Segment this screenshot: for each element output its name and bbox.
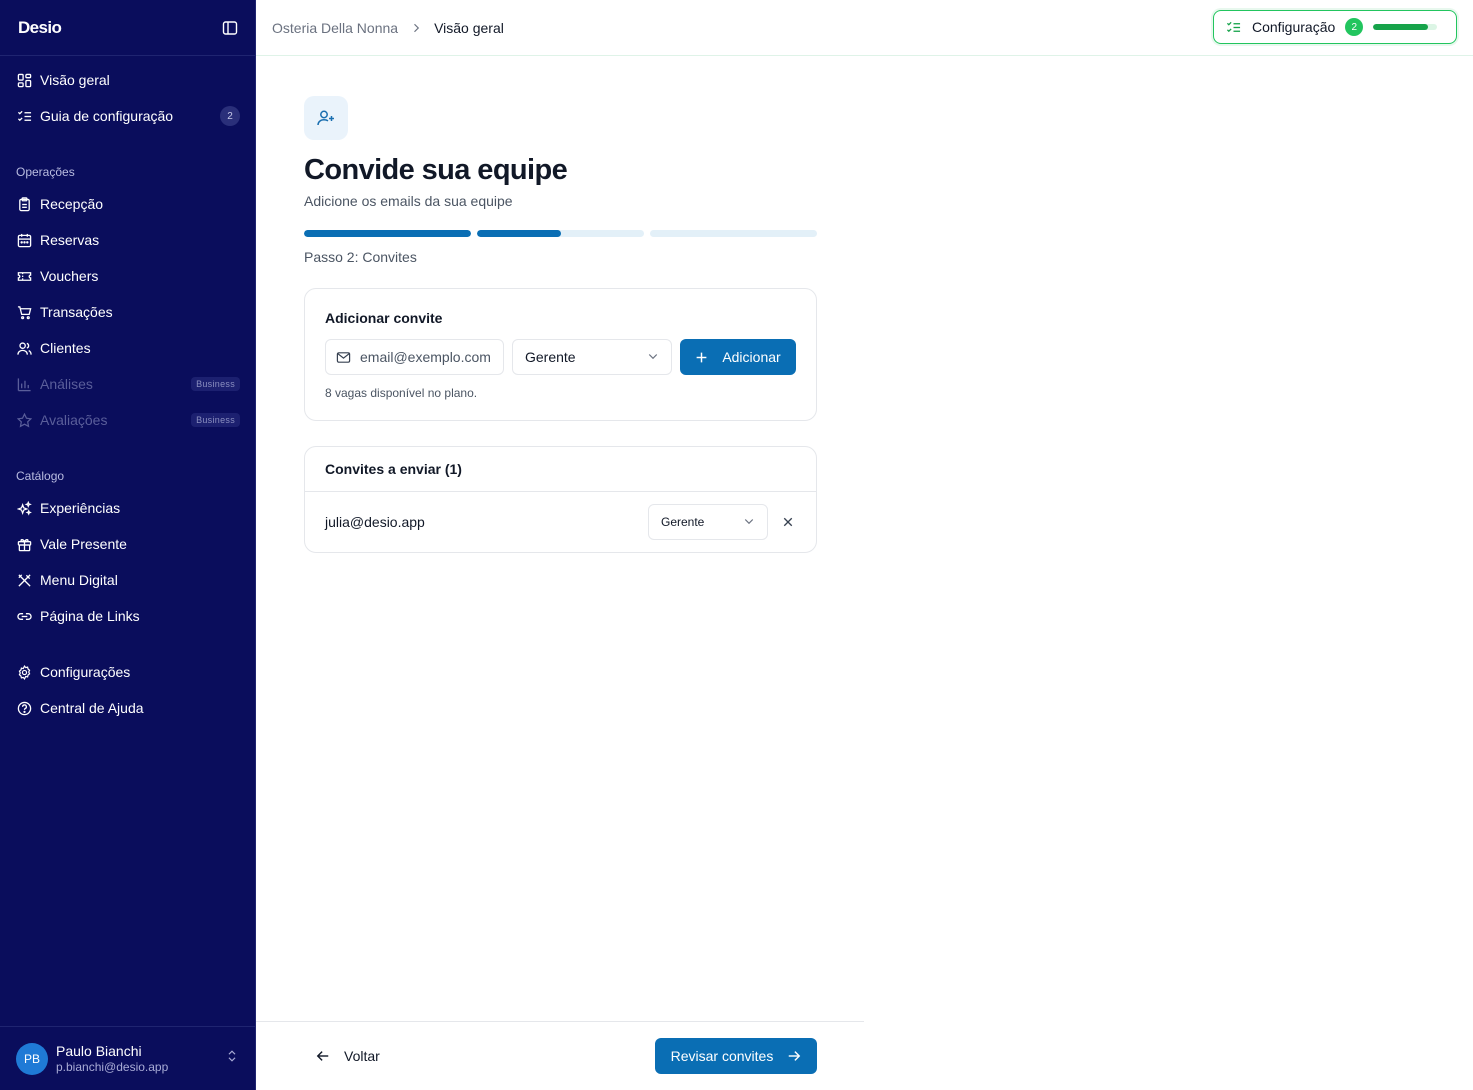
step-bar bbox=[650, 230, 817, 237]
star-icon bbox=[16, 412, 32, 428]
main-content: Convide sua equipe Adicione os emails da… bbox=[304, 96, 817, 553]
sidebar-item-analises[interactable]: Análises Business bbox=[8, 368, 248, 400]
arrow-right-icon bbox=[787, 1049, 801, 1063]
breadcrumb-current: Visão geral bbox=[434, 19, 504, 36]
user-menu[interactable]: PB Paulo Bianchi p.bianchi@desio.app bbox=[0, 1026, 255, 1090]
sidebar-item-reservas[interactable]: Reservas bbox=[8, 224, 248, 256]
email-input[interactable] bbox=[360, 349, 490, 365]
email-field[interactable] bbox=[325, 339, 504, 375]
bar-chart-icon bbox=[16, 376, 32, 392]
role-select-value: Gerente bbox=[525, 349, 576, 365]
help-circle-icon bbox=[16, 700, 32, 716]
section-label-operacoes: Operações bbox=[16, 165, 75, 179]
plan-badge: Business bbox=[191, 377, 240, 391]
role-select[interactable]: Gerente bbox=[512, 339, 672, 375]
sparkles-icon bbox=[16, 500, 32, 516]
step-fill bbox=[304, 230, 471, 237]
list-item: julia@desio.app Gerente bbox=[305, 492, 816, 552]
chevrons-up-down-icon[interactable] bbox=[225, 1049, 239, 1068]
clipboard-icon bbox=[16, 196, 32, 212]
page-title: Convide sua equipe bbox=[304, 154, 568, 186]
user-name: Paulo Bianchi bbox=[56, 1043, 142, 1059]
step-progress bbox=[304, 230, 817, 237]
list-checks-icon bbox=[1226, 19, 1242, 35]
config-progress-button[interactable]: Configuração 2 bbox=[1213, 10, 1457, 44]
user-plus-icon bbox=[304, 96, 348, 140]
config-count-badge: 2 bbox=[1345, 18, 1364, 36]
breadcrumb-item[interactable]: Osteria Della Nonna bbox=[272, 20, 398, 36]
close-icon[interactable] bbox=[780, 514, 796, 530]
page-subtitle: Adicione os emails da sua equipe bbox=[304, 193, 513, 209]
sidebar-item-configuracoes[interactable]: Configurações bbox=[8, 656, 248, 688]
users-icon bbox=[16, 340, 32, 356]
sidebar-item-menu-digital[interactable]: Menu Digital bbox=[8, 564, 248, 596]
add-invite-title: Adicionar convite bbox=[325, 310, 443, 326]
sidebar-item-transacoes[interactable]: Transações bbox=[8, 296, 248, 328]
gear-icon bbox=[16, 664, 32, 680]
sidebar-item-recepcao[interactable]: Recepção bbox=[8, 188, 248, 220]
chevron-right-icon bbox=[410, 22, 422, 34]
footer-divider bbox=[256, 1021, 864, 1022]
link-icon bbox=[16, 608, 32, 624]
sidebar-item-guia-configuracao[interactable]: Guia de configuração 2 bbox=[8, 100, 248, 132]
slots-available-note: 8 vagas disponível no plano. bbox=[325, 386, 478, 400]
config-progress-fill bbox=[1373, 24, 1428, 30]
gift-icon bbox=[16, 536, 32, 552]
list-checks-icon bbox=[16, 108, 32, 124]
cart-icon bbox=[16, 304, 32, 320]
step-fill bbox=[477, 230, 561, 237]
utensils-icon bbox=[16, 572, 32, 588]
add-invite-card: Adicionar convite Gerente Adicionar bbox=[304, 288, 817, 421]
sidebar-toggle-icon[interactable] bbox=[221, 19, 239, 37]
back-button[interactable]: Voltar bbox=[304, 1038, 392, 1074]
avatar: PB bbox=[16, 1042, 48, 1075]
ticket-icon bbox=[16, 268, 32, 284]
sidebar-item-pagina-links[interactable]: Página de Links bbox=[8, 600, 248, 632]
sidebar-item-avaliacoes[interactable]: Avaliações Business bbox=[8, 404, 248, 436]
mail-icon bbox=[336, 349, 352, 365]
add-invite-button[interactable]: Adicionar bbox=[680, 339, 796, 375]
logo: Desio bbox=[18, 17, 62, 37]
section-label-catalogo: Catálogo bbox=[16, 469, 65, 483]
step-bar bbox=[304, 230, 471, 237]
sidebar-header: Desio bbox=[0, 0, 255, 56]
user-email: p.bianchi@desio.app bbox=[56, 1060, 169, 1074]
sidebar-item-vouchers[interactable]: Vouchers bbox=[8, 260, 248, 292]
step-label: Passo 2: Convites bbox=[304, 249, 417, 265]
config-label: Configuração bbox=[1252, 19, 1336, 35]
sidebar-item-visao-geral[interactable]: Visão geral bbox=[8, 64, 248, 96]
setup-count-badge: 2 bbox=[220, 106, 240, 126]
review-invites-button[interactable]: Revisar convites bbox=[655, 1038, 817, 1074]
plus-icon bbox=[695, 351, 708, 364]
sidebar-item-clientes[interactable]: Clientes bbox=[8, 332, 248, 364]
arrow-left-icon bbox=[316, 1049, 330, 1063]
invites-list-card: Convites a enviar (1) julia@desio.app Ge… bbox=[304, 446, 817, 553]
invite-email: julia@desio.app bbox=[325, 514, 425, 530]
chevron-down-icon bbox=[647, 349, 659, 365]
chevron-down-icon bbox=[743, 515, 755, 530]
step-bar bbox=[477, 230, 644, 237]
invite-role-value: Gerente bbox=[661, 515, 705, 529]
sidebar: Desio Visão geral Guia de configuração 2… bbox=[0, 0, 256, 1090]
layout-grid-icon bbox=[16, 72, 32, 88]
top-bar: Osteria Della Nonna Visão geral Configur… bbox=[256, 0, 1473, 56]
invites-list-title: Convites a enviar (1) bbox=[305, 447, 816, 492]
sidebar-item-experiencias[interactable]: Experiências bbox=[8, 492, 248, 524]
plan-badge: Business bbox=[191, 413, 240, 427]
sidebar-item-vale-presente[interactable]: Vale Presente bbox=[8, 528, 248, 560]
sidebar-item-central-ajuda[interactable]: Central de Ajuda bbox=[8, 692, 248, 724]
calendar-icon bbox=[16, 232, 32, 248]
config-progress-bar bbox=[1373, 24, 1438, 30]
invite-role-select[interactable]: Gerente bbox=[648, 504, 768, 540]
